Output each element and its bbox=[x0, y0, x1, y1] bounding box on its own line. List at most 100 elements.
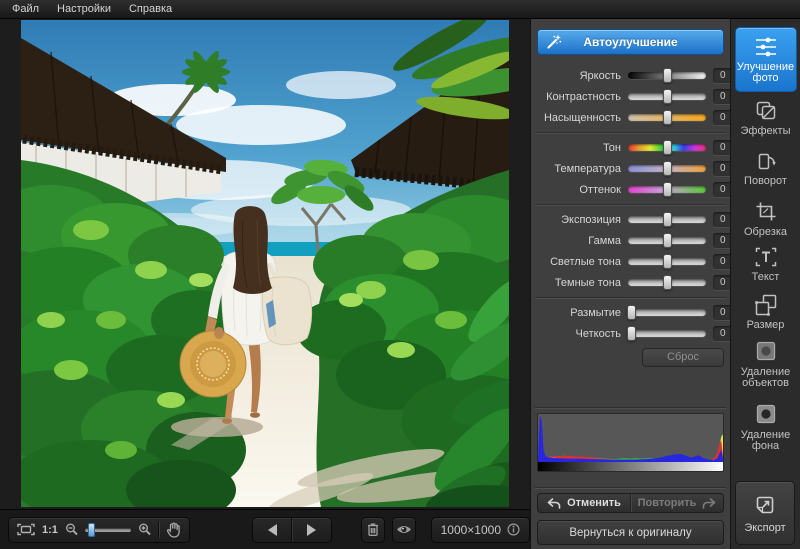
contrast-slider[interactable] bbox=[628, 93, 706, 100]
contrast-slider-row: Контрастность 0 bbox=[537, 86, 724, 107]
restore-original-button[interactable]: Вернуться к оригиналу bbox=[537, 520, 724, 545]
adjust-sliders-icon bbox=[753, 36, 779, 58]
blur-slider-handle[interactable] bbox=[627, 305, 636, 320]
menu-help[interactable]: Справка bbox=[120, 0, 181, 18]
menu-bar: Файл Настройки Справка bbox=[0, 0, 800, 19]
photo-canvas[interactable] bbox=[21, 20, 509, 507]
zoom-slider-handle[interactable] bbox=[88, 523, 95, 537]
photo-editor-window: Файл Настройки Справка bbox=[0, 0, 800, 549]
histogram-plot bbox=[538, 414, 723, 462]
brightness-slider[interactable] bbox=[628, 72, 706, 79]
reset-button[interactable]: Сброс bbox=[642, 348, 724, 367]
hand-icon bbox=[166, 522, 181, 538]
tab-rotate[interactable]: Поворот bbox=[735, 150, 797, 187]
tint-slider-handle[interactable] bbox=[663, 182, 672, 197]
brightness-label: Яркость bbox=[537, 70, 628, 82]
statusbar-divider bbox=[158, 522, 159, 538]
tab-resize[interactable]: Размер bbox=[735, 294, 797, 331]
tab-effects-label: Эффекты bbox=[740, 126, 790, 137]
saturation-label: Насыщенность bbox=[537, 112, 628, 124]
sharpness-slider-row: Четкость 0 bbox=[537, 323, 724, 344]
tint-label: Оттенок bbox=[537, 184, 628, 196]
object-removal-icon bbox=[754, 341, 778, 363]
zoom-out-button[interactable] bbox=[65, 523, 78, 536]
exposure-label: Экспозиция bbox=[537, 214, 628, 226]
tab-text[interactable]: Текст bbox=[735, 246, 797, 283]
redo-button[interactable]: Повторить bbox=[630, 494, 723, 512]
temperature-slider-handle[interactable] bbox=[663, 161, 672, 176]
tab-crop-label: Обрезка bbox=[744, 227, 787, 238]
tools-sidebar: Улучшение фото Эффекты bbox=[730, 19, 800, 549]
hue-slider[interactable] bbox=[628, 144, 706, 151]
fit-to-screen-button[interactable] bbox=[17, 523, 35, 536]
redo-label: Повторить bbox=[638, 497, 697, 509]
auto-enhance-label: Автоулучшение bbox=[583, 35, 677, 49]
shadows-slider-row: Темные тона 0 bbox=[537, 272, 724, 293]
menu-settings[interactable]: Настройки bbox=[48, 0, 120, 18]
hand-tool-button[interactable] bbox=[166, 522, 181, 538]
gamma-slider[interactable] bbox=[628, 237, 706, 244]
highlights-slider-row: Светлые тона 0 bbox=[537, 251, 724, 272]
enhance-panel: Автоулучшение Яркость 0 Контрастность 0 … bbox=[530, 19, 730, 549]
tab-object-removal-label: Удаление объектов bbox=[735, 367, 797, 389]
redo-arrow-icon bbox=[702, 498, 716, 509]
shadows-slider-handle[interactable] bbox=[663, 275, 672, 290]
highlights-slider[interactable] bbox=[628, 258, 706, 265]
exposure-slider-handle[interactable] bbox=[663, 212, 672, 227]
export-label: Экспорт bbox=[744, 522, 785, 534]
gamma-label: Гамма bbox=[537, 235, 628, 247]
rotate-icon bbox=[754, 150, 778, 172]
exposure-slider[interactable] bbox=[628, 216, 706, 223]
blur-slider[interactable] bbox=[628, 309, 706, 316]
tab-crop[interactable]: Обрезка bbox=[735, 201, 797, 238]
brightness-slider-handle[interactable] bbox=[663, 68, 672, 83]
image-size-indicator: 1000×1000 bbox=[431, 517, 530, 543]
histogram bbox=[537, 413, 724, 472]
brightness-slider-row: Яркость 0 bbox=[537, 65, 724, 86]
sharpness-slider-handle[interactable] bbox=[627, 326, 636, 341]
tab-object-removal[interactable]: Удаление объектов bbox=[735, 341, 797, 389]
temperature-slider-row: Температура 0 bbox=[537, 158, 724, 179]
contrast-slider-handle[interactable] bbox=[663, 89, 672, 104]
tab-enhance-photo[interactable]: Улучшение фото bbox=[735, 27, 797, 92]
next-image-button[interactable] bbox=[291, 518, 330, 542]
highlights-slider-handle[interactable] bbox=[663, 254, 672, 269]
group-separator bbox=[535, 132, 726, 133]
canvas-area: 1:1 bbox=[0, 19, 530, 549]
hue-slider-handle[interactable] bbox=[663, 140, 672, 155]
zoom-in-button[interactable] bbox=[138, 523, 151, 536]
group-separator bbox=[535, 407, 726, 408]
undo-button[interactable]: Отменить bbox=[538, 494, 630, 512]
zoom-slider[interactable] bbox=[85, 528, 131, 532]
status-bar: 1:1 bbox=[0, 509, 530, 549]
image-size-text: 1000×1000 bbox=[441, 523, 501, 537]
info-icon[interactable] bbox=[507, 523, 520, 536]
delete-image-button[interactable] bbox=[361, 517, 385, 543]
crop-icon bbox=[754, 201, 778, 223]
menu-file[interactable]: Файл bbox=[3, 0, 48, 18]
gamma-slider-handle[interactable] bbox=[663, 233, 672, 248]
export-icon bbox=[752, 492, 778, 518]
temperature-slider[interactable] bbox=[628, 165, 706, 172]
highlights-label: Светлые тона bbox=[537, 256, 628, 268]
text-icon bbox=[754, 246, 778, 268]
undo-label: Отменить bbox=[567, 497, 621, 509]
shadows-label: Темные тона bbox=[537, 277, 628, 289]
actual-size-button[interactable]: 1:1 bbox=[42, 524, 58, 536]
tab-background-removal[interactable]: Удаление фона bbox=[735, 404, 797, 452]
eye-icon bbox=[396, 524, 412, 535]
export-button[interactable]: Экспорт bbox=[735, 481, 795, 545]
previous-image-button[interactable] bbox=[253, 518, 291, 542]
compare-original-button[interactable] bbox=[392, 517, 416, 543]
zoom-out-icon bbox=[65, 523, 78, 536]
background-removal-icon bbox=[754, 404, 778, 426]
saturation-slider-handle[interactable] bbox=[663, 110, 672, 125]
gamma-slider-row: Гамма 0 bbox=[537, 230, 724, 251]
histogram-gradient-scale bbox=[538, 462, 723, 471]
shadows-slider[interactable] bbox=[628, 279, 706, 286]
tab-effects[interactable]: Эффекты bbox=[735, 100, 797, 137]
tint-slider[interactable] bbox=[628, 186, 706, 193]
sharpness-slider[interactable] bbox=[628, 330, 706, 337]
saturation-slider[interactable] bbox=[628, 114, 706, 121]
auto-enhance-button[interactable]: Автоулучшение bbox=[537, 29, 724, 55]
